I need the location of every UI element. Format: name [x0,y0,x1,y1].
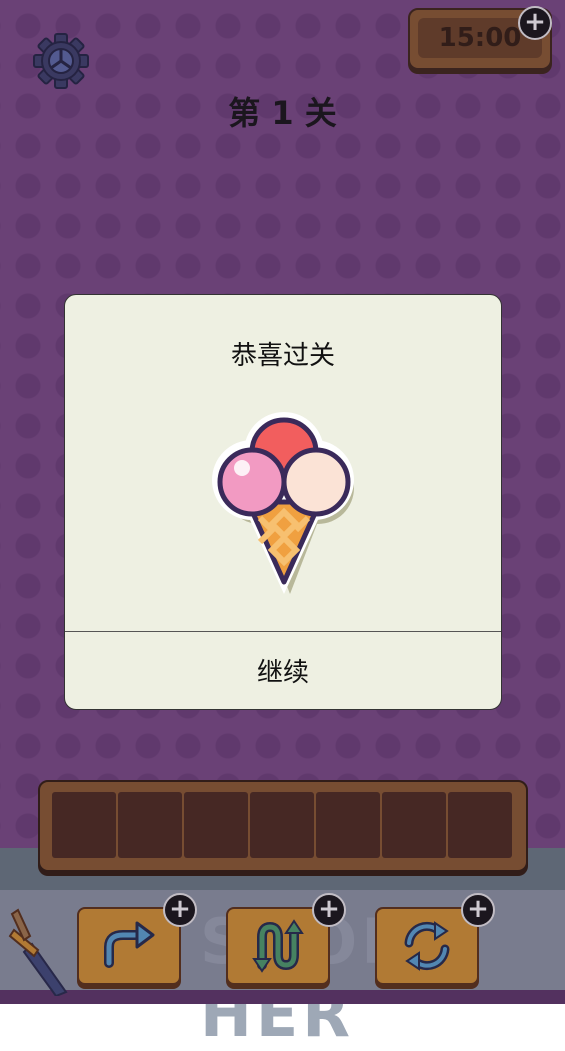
dialog-title: 恭喜过关 [230,341,335,371]
ice-cream-icon [212,412,354,594]
continue-button[interactable]: 继续 [65,632,501,708]
